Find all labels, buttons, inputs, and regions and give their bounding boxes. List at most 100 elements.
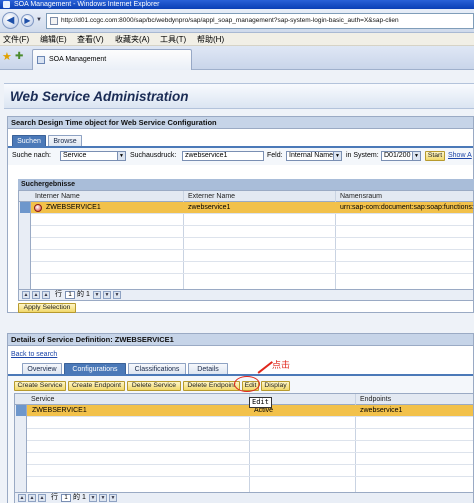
pager-of-label: 的 — [73, 494, 80, 501]
back-arrow-icon[interactable]: ◀ — [2, 12, 19, 29]
row-endpoints: zwebservice1 — [360, 407, 403, 414]
table-row-empty — [31, 262, 473, 274]
show-advanced-link[interactable]: Show A — [448, 151, 472, 161]
next-block-icon[interactable]: ▼ — [99, 494, 107, 502]
chevron-down-icon: ▼ — [333, 152, 341, 160]
tab-configurations[interactable]: Configurations — [64, 363, 126, 374]
prev-block-icon[interactable]: ▲ — [32, 291, 40, 299]
results-pager: ▲ ▲ ▲ 行 1 的 1 ▼ ▼ ▼ — [18, 290, 474, 301]
row-selector-column — [15, 405, 27, 492]
table-row-empty — [27, 441, 473, 453]
table-row-empty — [27, 465, 473, 477]
search-in-value: Service — [63, 152, 87, 159]
table-row[interactable]: ZWEBSERVICE1 zwebservice1 urn:sap-com:do… — [31, 202, 474, 214]
services-pager: ▲ ▲ ▲ 行 1 的 1 ▼ ▼ ▼ — [14, 493, 474, 503]
first-page-icon[interactable]: ▲ — [18, 494, 26, 502]
address-url: http://d01.ccgc.com:8000/sap/bc/webdynpr… — [61, 17, 399, 24]
tab-overview[interactable]: Overview — [22, 363, 62, 374]
col-external-name: Externer Name — [188, 193, 236, 200]
next-page-icon[interactable]: ▼ — [93, 291, 101, 299]
table-row-empty — [31, 250, 473, 262]
table-row-empty — [31, 274, 473, 286]
search-panel-header: Search Design Time object for Web Servic… — [8, 117, 473, 129]
table-row-empty — [27, 429, 473, 441]
menu-tools[interactable]: 工具(T) — [160, 33, 186, 46]
back-to-search-link[interactable]: Back to search — [11, 350, 57, 360]
favorites-star-icon[interactable]: ★ — [2, 50, 12, 63]
tab-details[interactable]: Details — [188, 363, 228, 374]
start-button[interactable]: Start — [425, 151, 445, 161]
search-tabstrip: Suchen Browse — [12, 135, 472, 146]
edit-tooltip: Edit — [249, 397, 272, 408]
row-service: ZWEBSERVICE1 — [32, 407, 87, 414]
add-favorite-icon[interactable]: ✚ — [15, 51, 23, 62]
tab-browse[interactable]: Browse — [48, 135, 82, 146]
search-in-label: Suche nach: — [12, 152, 51, 159]
first-page-icon[interactable]: ▲ — [22, 291, 30, 299]
col-service: Service — [31, 396, 55, 403]
annotation-circle — [234, 376, 260, 392]
ie-icon — [3, 1, 10, 8]
table-row-empty — [27, 477, 473, 489]
page-header: Web Service Administration — [4, 83, 474, 109]
tab-suchen[interactable]: Suchen — [12, 135, 46, 146]
results-table-header: Interner Name Externer Name Namensraum — [19, 191, 473, 202]
last-page-icon[interactable]: ▼ — [113, 291, 121, 299]
row-internal-name: ZWEBSERVICE1 — [46, 204, 101, 211]
menu-view[interactable]: 查看(V) — [77, 33, 104, 46]
details-tabstrip: Overview Configurations Classifications … — [22, 363, 472, 374]
row-selector-column — [19, 202, 31, 289]
pager-row-label: 行 — [55, 291, 62, 298]
pager-total: 1 — [82, 494, 86, 501]
delete-endpoint-button[interactable]: Delete Endpoint — [183, 381, 240, 391]
prev-page-icon[interactable]: ▲ — [38, 494, 46, 502]
system-select[interactable]: D01/200 ▼ — [381, 151, 421, 161]
menu-edit[interactable]: 编辑(E) — [40, 33, 67, 46]
page-title: Web Service Administration — [10, 89, 189, 104]
service-status-icon — [34, 204, 42, 212]
results-table: Interner Name Externer Name Namensraum Z… — [18, 190, 474, 290]
row-selector[interactable] — [16, 405, 26, 416]
expression-label: Suchausdruck: — [130, 152, 177, 159]
field-label: Feld: — [267, 152, 283, 159]
search-in-select[interactable]: Service ▼ — [60, 151, 126, 161]
menu-favorites[interactable]: 收藏夹(A) — [115, 33, 150, 46]
next-block-icon[interactable]: ▼ — [103, 291, 111, 299]
forward-arrow-icon[interactable]: ▶ — [21, 14, 34, 27]
prev-block-icon[interactable]: ▲ — [28, 494, 36, 502]
search-expression-input[interactable]: zwebservice1 — [182, 151, 264, 161]
tab-classifications[interactable]: Classifications — [128, 363, 186, 374]
address-input[interactable]: http://d01.ccgc.com:8000/sap/bc/webdynpr… — [46, 13, 474, 29]
chevron-down-icon: ▼ — [412, 152, 420, 160]
services-table-header: Service Endpoints — [15, 394, 473, 405]
next-page-icon[interactable]: ▼ — [89, 494, 97, 502]
last-page-icon[interactable]: ▼ — [109, 494, 117, 502]
prev-page-icon[interactable]: ▲ — [42, 291, 50, 299]
apply-selection-button[interactable]: Apply Selection — [18, 303, 76, 313]
search-expression-value: zwebservice1 — [185, 152, 228, 159]
system-value: D01/200 — [384, 152, 411, 159]
table-row-empty — [27, 417, 473, 429]
menu-file[interactable]: 文件(F) — [3, 33, 29, 46]
history-dropdown-icon[interactable]: ▼ — [36, 17, 42, 23]
results-header: Suchergebnisse — [18, 179, 474, 190]
field-select[interactable]: Internal Name ▼ — [286, 151, 342, 161]
create-service-button[interactable]: Create Service — [14, 381, 66, 391]
table-row-empty — [27, 453, 473, 465]
delete-service-button[interactable]: Delete Service — [127, 381, 181, 391]
row-selector[interactable] — [20, 202, 30, 213]
table-row-empty — [31, 214, 473, 226]
pager-current[interactable]: 1 — [61, 494, 71, 502]
create-endpoint-button[interactable]: Create Endpoint — [68, 381, 125, 391]
browser-tab-label: SOA Management — [49, 56, 107, 63]
favorites-tab-bar: ★ ✚ SOA Management — [0, 46, 474, 70]
browser-tab-soa[interactable]: SOA Management — [32, 49, 192, 70]
display-button[interactable]: Display — [261, 381, 290, 391]
col-namespace: Namensraum — [340, 193, 383, 200]
col-internal-name: Interner Name — [35, 193, 80, 200]
menu-bar: 文件(F) 编辑(E) 查看(V) 收藏夹(A) 工具(T) 帮助(H) — [0, 33, 474, 46]
field-value: Internal Name — [289, 152, 333, 159]
pager-current[interactable]: 1 — [65, 291, 75, 299]
page-icon — [50, 17, 58, 25]
menu-help[interactable]: 帮助(H) — [197, 33, 224, 46]
